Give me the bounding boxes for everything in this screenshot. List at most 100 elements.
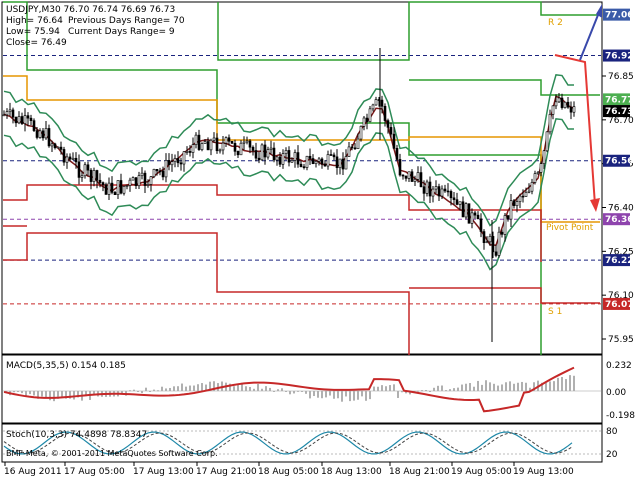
candle-body [155, 168, 159, 172]
candle-body [128, 179, 132, 186]
candle-body [500, 231, 504, 235]
candle-body [545, 131, 549, 152]
candle-body [47, 128, 51, 147]
macd-histogram-bar [353, 391, 355, 401]
price-tick-label: 76.70 [608, 116, 634, 126]
candle-body [83, 164, 87, 177]
macd-histogram-bar [341, 391, 343, 402]
candle-body [182, 151, 186, 165]
candle-body [467, 203, 471, 224]
candle-body [407, 171, 411, 179]
candle-body [197, 134, 201, 150]
candle-body [452, 197, 456, 200]
candle-body [137, 175, 141, 187]
macd-histogram-bar [517, 382, 519, 391]
candle-body [572, 106, 576, 113]
macd-histogram-bar [13, 391, 15, 393]
candle-body [341, 158, 345, 170]
candle-body [416, 172, 420, 180]
candle-body [359, 125, 363, 140]
macd-tick-top: 0.232 [606, 361, 632, 371]
macd-histogram-bar [297, 390, 299, 392]
macd-histogram-bar [433, 387, 435, 391]
level-tag: 76.77 [603, 93, 633, 106]
macd-histogram-bar [349, 391, 351, 402]
level-tag: 76.36 [603, 213, 633, 226]
time-tick-label: 17 Aug 13:00 [133, 467, 194, 477]
macd-histogram-bar [521, 381, 523, 391]
macd-histogram-bar [249, 386, 251, 391]
candle-body [158, 170, 162, 173]
candle-body [272, 147, 276, 161]
candle-body [80, 175, 84, 178]
macd-histogram-bar [381, 385, 383, 391]
macd-histogram-bar [129, 390, 131, 392]
candle-body [437, 186, 441, 197]
macd-histogram-bar [161, 386, 163, 391]
candle-body [2, 114, 6, 117]
macd-histogram-bar [429, 391, 431, 392]
candle-body [461, 201, 465, 218]
candle-body [164, 160, 168, 178]
candle-body [473, 212, 477, 216]
macd-tick-bottom: -0.198 [606, 411, 635, 421]
level-tag-text: 76.56 [605, 157, 633, 167]
candle-body [464, 203, 468, 218]
candle-body [386, 120, 390, 128]
candle-body [59, 146, 63, 150]
macd-histogram-bar [305, 391, 307, 394]
candle-body [254, 150, 258, 159]
candle-body [56, 146, 60, 149]
candle-body [92, 170, 96, 182]
candle-body [257, 157, 261, 161]
price-level-tags: 77.06 76.92 76.77 76.73 76.56 76.36 76.22 76.07 [603, 8, 633, 310]
macd-histogram-bar [149, 391, 151, 392]
macd-histogram-bar [73, 391, 75, 400]
header-current-range: Current Days Range= 9 [68, 27, 175, 37]
candle-body [284, 150, 288, 154]
candle-body [98, 179, 102, 183]
stoch-tick-20: 20 [606, 450, 618, 460]
candle-body [296, 152, 300, 165]
time-tick-label: 18 Aug 21:00 [389, 467, 450, 477]
header-high: High= 76.64 [6, 16, 63, 26]
macd-histogram-bar [477, 380, 479, 391]
macd-histogram-bar [189, 385, 191, 391]
macd-tick-zero: 0.00 [606, 388, 626, 398]
candle-body [440, 188, 444, 197]
candle-body [188, 151, 192, 153]
macd-histogram-bar [261, 388, 263, 391]
macd-histogram-bar [497, 385, 499, 391]
macd-histogram-bar [569, 375, 571, 391]
candle-body [401, 174, 405, 177]
time-tick-label: 16 Aug 2011 [4, 467, 62, 477]
candle-body [518, 195, 522, 202]
macd-histogram-bar [157, 390, 159, 392]
candle-body [515, 201, 519, 206]
macd-histogram-bar [181, 383, 183, 391]
macd-histogram-bar [437, 385, 439, 391]
candle-body [542, 150, 546, 164]
candle-body [470, 212, 474, 224]
r2-label: R 2 [548, 18, 563, 28]
candle-body [428, 181, 432, 197]
chart-canvas[interactable]: USDJPY,M30 76.70 76.74 76.69 76.73 High=… [0, 0, 640, 480]
candle-body [395, 147, 399, 160]
candle-body [446, 190, 450, 193]
candle-body [221, 142, 225, 151]
level-tag-text: 76.07 [605, 300, 633, 310]
candle-body [41, 130, 45, 139]
candle-body [68, 156, 72, 160]
candle-body [287, 150, 291, 163]
macd-histogram-bar [153, 389, 155, 391]
price-tick-label: 76.40 [608, 204, 634, 214]
macd-histogram-bar [337, 391, 339, 399]
macd-histogram-bar [329, 391, 331, 396]
candle-body [539, 163, 543, 173]
candle-body [320, 158, 324, 165]
macd-histogram-bar [269, 387, 271, 391]
macd-histogram-bar [309, 391, 311, 399]
candle-body [308, 155, 312, 159]
macd-histogram-bar [293, 391, 295, 394]
candle-body [206, 141, 210, 151]
